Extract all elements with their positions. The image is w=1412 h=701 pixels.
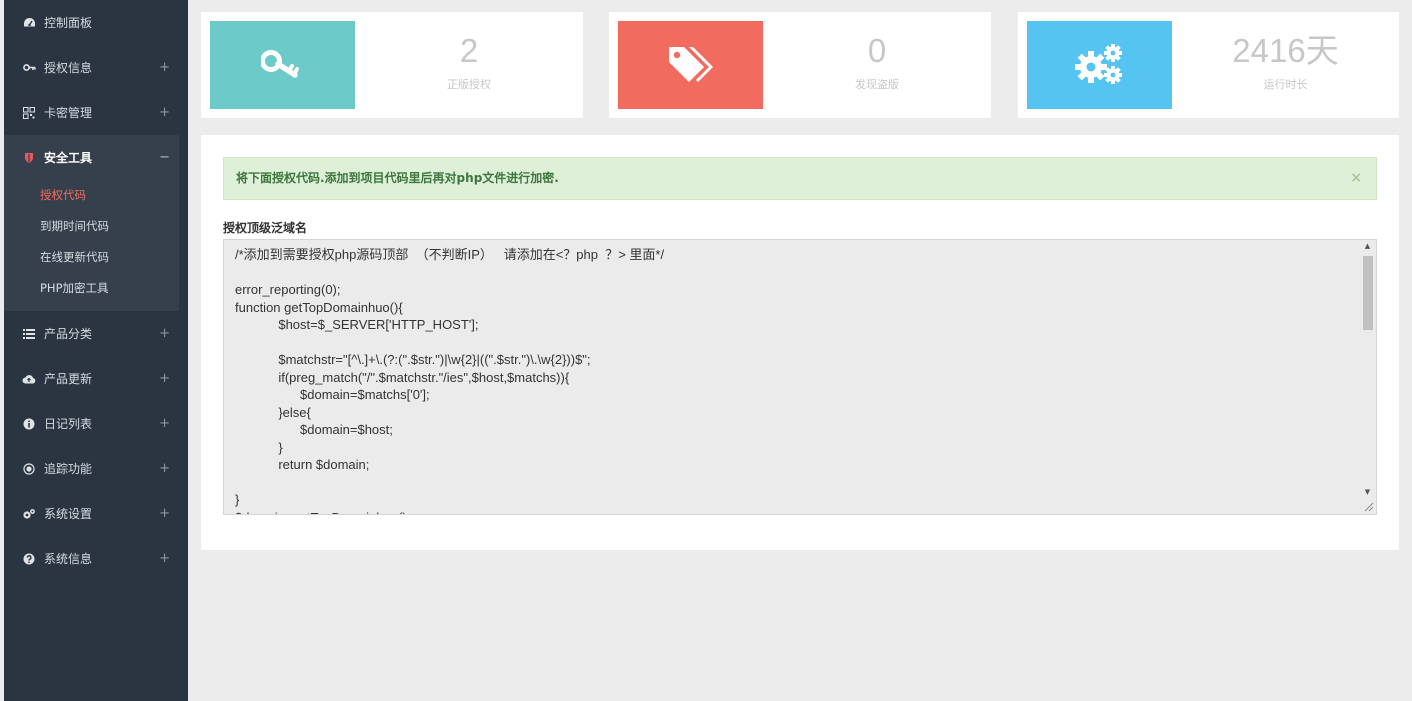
tags-icon (666, 44, 716, 87)
scrollbar[interactable]: ▲ ▼ (1359, 240, 1376, 514)
sidebar-item-label: 产品分类 (44, 327, 93, 341)
sidebar-subitem-update-code[interactable]: 在线更新代码 (4, 242, 179, 273)
resize-handle-icon[interactable] (1362, 500, 1374, 512)
sidebar-item-system-settings[interactable]: 系统设置 + (4, 491, 188, 536)
gears-icon (1074, 42, 1126, 89)
target-icon (20, 462, 38, 475)
sidebar-item-label: 追踪功能 (44, 462, 93, 476)
sidebar-item-label: 授权信息 (44, 61, 93, 75)
alert-message: 将下面授权代码.添加到项目代码里后再对php文件进行加密. (236, 171, 559, 185)
gears-icon (20, 508, 38, 520)
key-icon (20, 62, 38, 73)
code-content[interactable]: /*添加到需要授权php源码顶部 （不判断IP） 请添加在<？php ？> 里面… (235, 246, 1352, 514)
sidebar-item-dashboard[interactable]: 控制面板 (4, 0, 188, 45)
sidebar-item-label: 控制面板 (44, 16, 93, 30)
close-icon[interactable]: × (1350, 158, 1362, 199)
stat-icon-box (210, 21, 355, 109)
sidebar-item-label: 日记列表 (44, 417, 93, 431)
sidebar: 控制面板 授权信息 + 卡密管理 + 安全工具 − 授权代码 到期时间代码 在线… (4, 0, 188, 701)
stat-caption: 运行时长 (1263, 78, 1308, 91)
key-icon (259, 49, 305, 82)
collapse-icon: − (159, 150, 170, 165)
sidebar-subitem-expiry-code[interactable]: 到期时间代码 (4, 211, 179, 242)
sidebar-item-tracking[interactable]: 追踪功能 + (4, 446, 188, 491)
expand-icon: + (159, 506, 170, 521)
scroll-down-icon[interactable]: ▼ (1359, 488, 1376, 496)
shield-icon (20, 152, 38, 164)
code-textarea[interactable]: /*添加到需要授权php源码顶部 （不判断IP） 请添加在<？php ？> 里面… (223, 239, 1377, 515)
sidebar-item-label: 卡密管理 (44, 106, 93, 120)
sidebar-item-log-list[interactable]: 日记列表 + (4, 401, 188, 446)
success-alert: 将下面授权代码.添加到项目代码里后再对php文件进行加密. × (223, 157, 1377, 200)
expand-icon: + (159, 416, 170, 431)
list-icon (20, 328, 38, 339)
expand-icon: + (159, 326, 170, 341)
cloud-upload-icon (20, 374, 38, 384)
sidebar-item-card-keys[interactable]: 卡密管理 + (4, 90, 188, 135)
expand-icon: + (159, 60, 170, 75)
stat-icon-box (618, 21, 763, 109)
sidebar-item-label: 系统设置 (44, 507, 93, 521)
stat-card-piracy: 0 发现盗版 (609, 12, 991, 118)
sidebar-item-label: 产品更新 (44, 372, 93, 386)
field-label: 授权顶级泛域名 (223, 221, 308, 235)
stat-value: 2416天 (1232, 32, 1339, 69)
stat-value: 0 (867, 32, 887, 69)
expand-icon: + (159, 371, 170, 386)
question-icon (20, 553, 38, 565)
stat-card-licensed: 2 正版授权 (201, 12, 583, 118)
sidebar-item-label: 安全工具 (44, 151, 93, 165)
sidebar-item-product-category[interactable]: 产品分类 + (4, 311, 188, 356)
expand-icon: + (159, 461, 170, 476)
stat-value: 2 (459, 32, 479, 69)
scrollbar-thumb[interactable] (1363, 256, 1373, 330)
dashboard-icon (20, 17, 38, 28)
expand-icon: + (159, 551, 170, 566)
qrcode-icon (20, 106, 38, 119)
sidebar-item-system-info[interactable]: 系统信息 + (4, 536, 188, 581)
sidebar-subitem-license-code[interactable]: 授权代码 (4, 180, 179, 211)
sidebar-group-security: 安全工具 − 授权代码 到期时间代码 在线更新代码 PHP加密工具 (4, 135, 179, 311)
sidebar-item-product-update[interactable]: 产品更新 + (4, 356, 188, 401)
stat-icon-box (1027, 21, 1172, 109)
stat-caption: 正版授权 (447, 78, 491, 91)
sidebar-item-license-info[interactable]: 授权信息 + (4, 45, 188, 90)
sidebar-item-security[interactable]: 安全工具 − (4, 135, 179, 180)
info-icon (20, 418, 38, 430)
main-panel: 将下面授权代码.添加到项目代码里后再对php文件进行加密. × 授权顶级泛域名 … (201, 135, 1399, 550)
scroll-up-icon[interactable]: ▲ (1359, 242, 1376, 250)
stat-card-uptime: 2416天 运行时长 (1018, 12, 1399, 118)
stat-caption: 发现盗版 (855, 78, 899, 91)
expand-icon: + (159, 105, 170, 120)
sidebar-item-label: 系统信息 (44, 552, 93, 566)
sidebar-subitem-php-encrypt[interactable]: PHP加密工具 (4, 273, 179, 311)
